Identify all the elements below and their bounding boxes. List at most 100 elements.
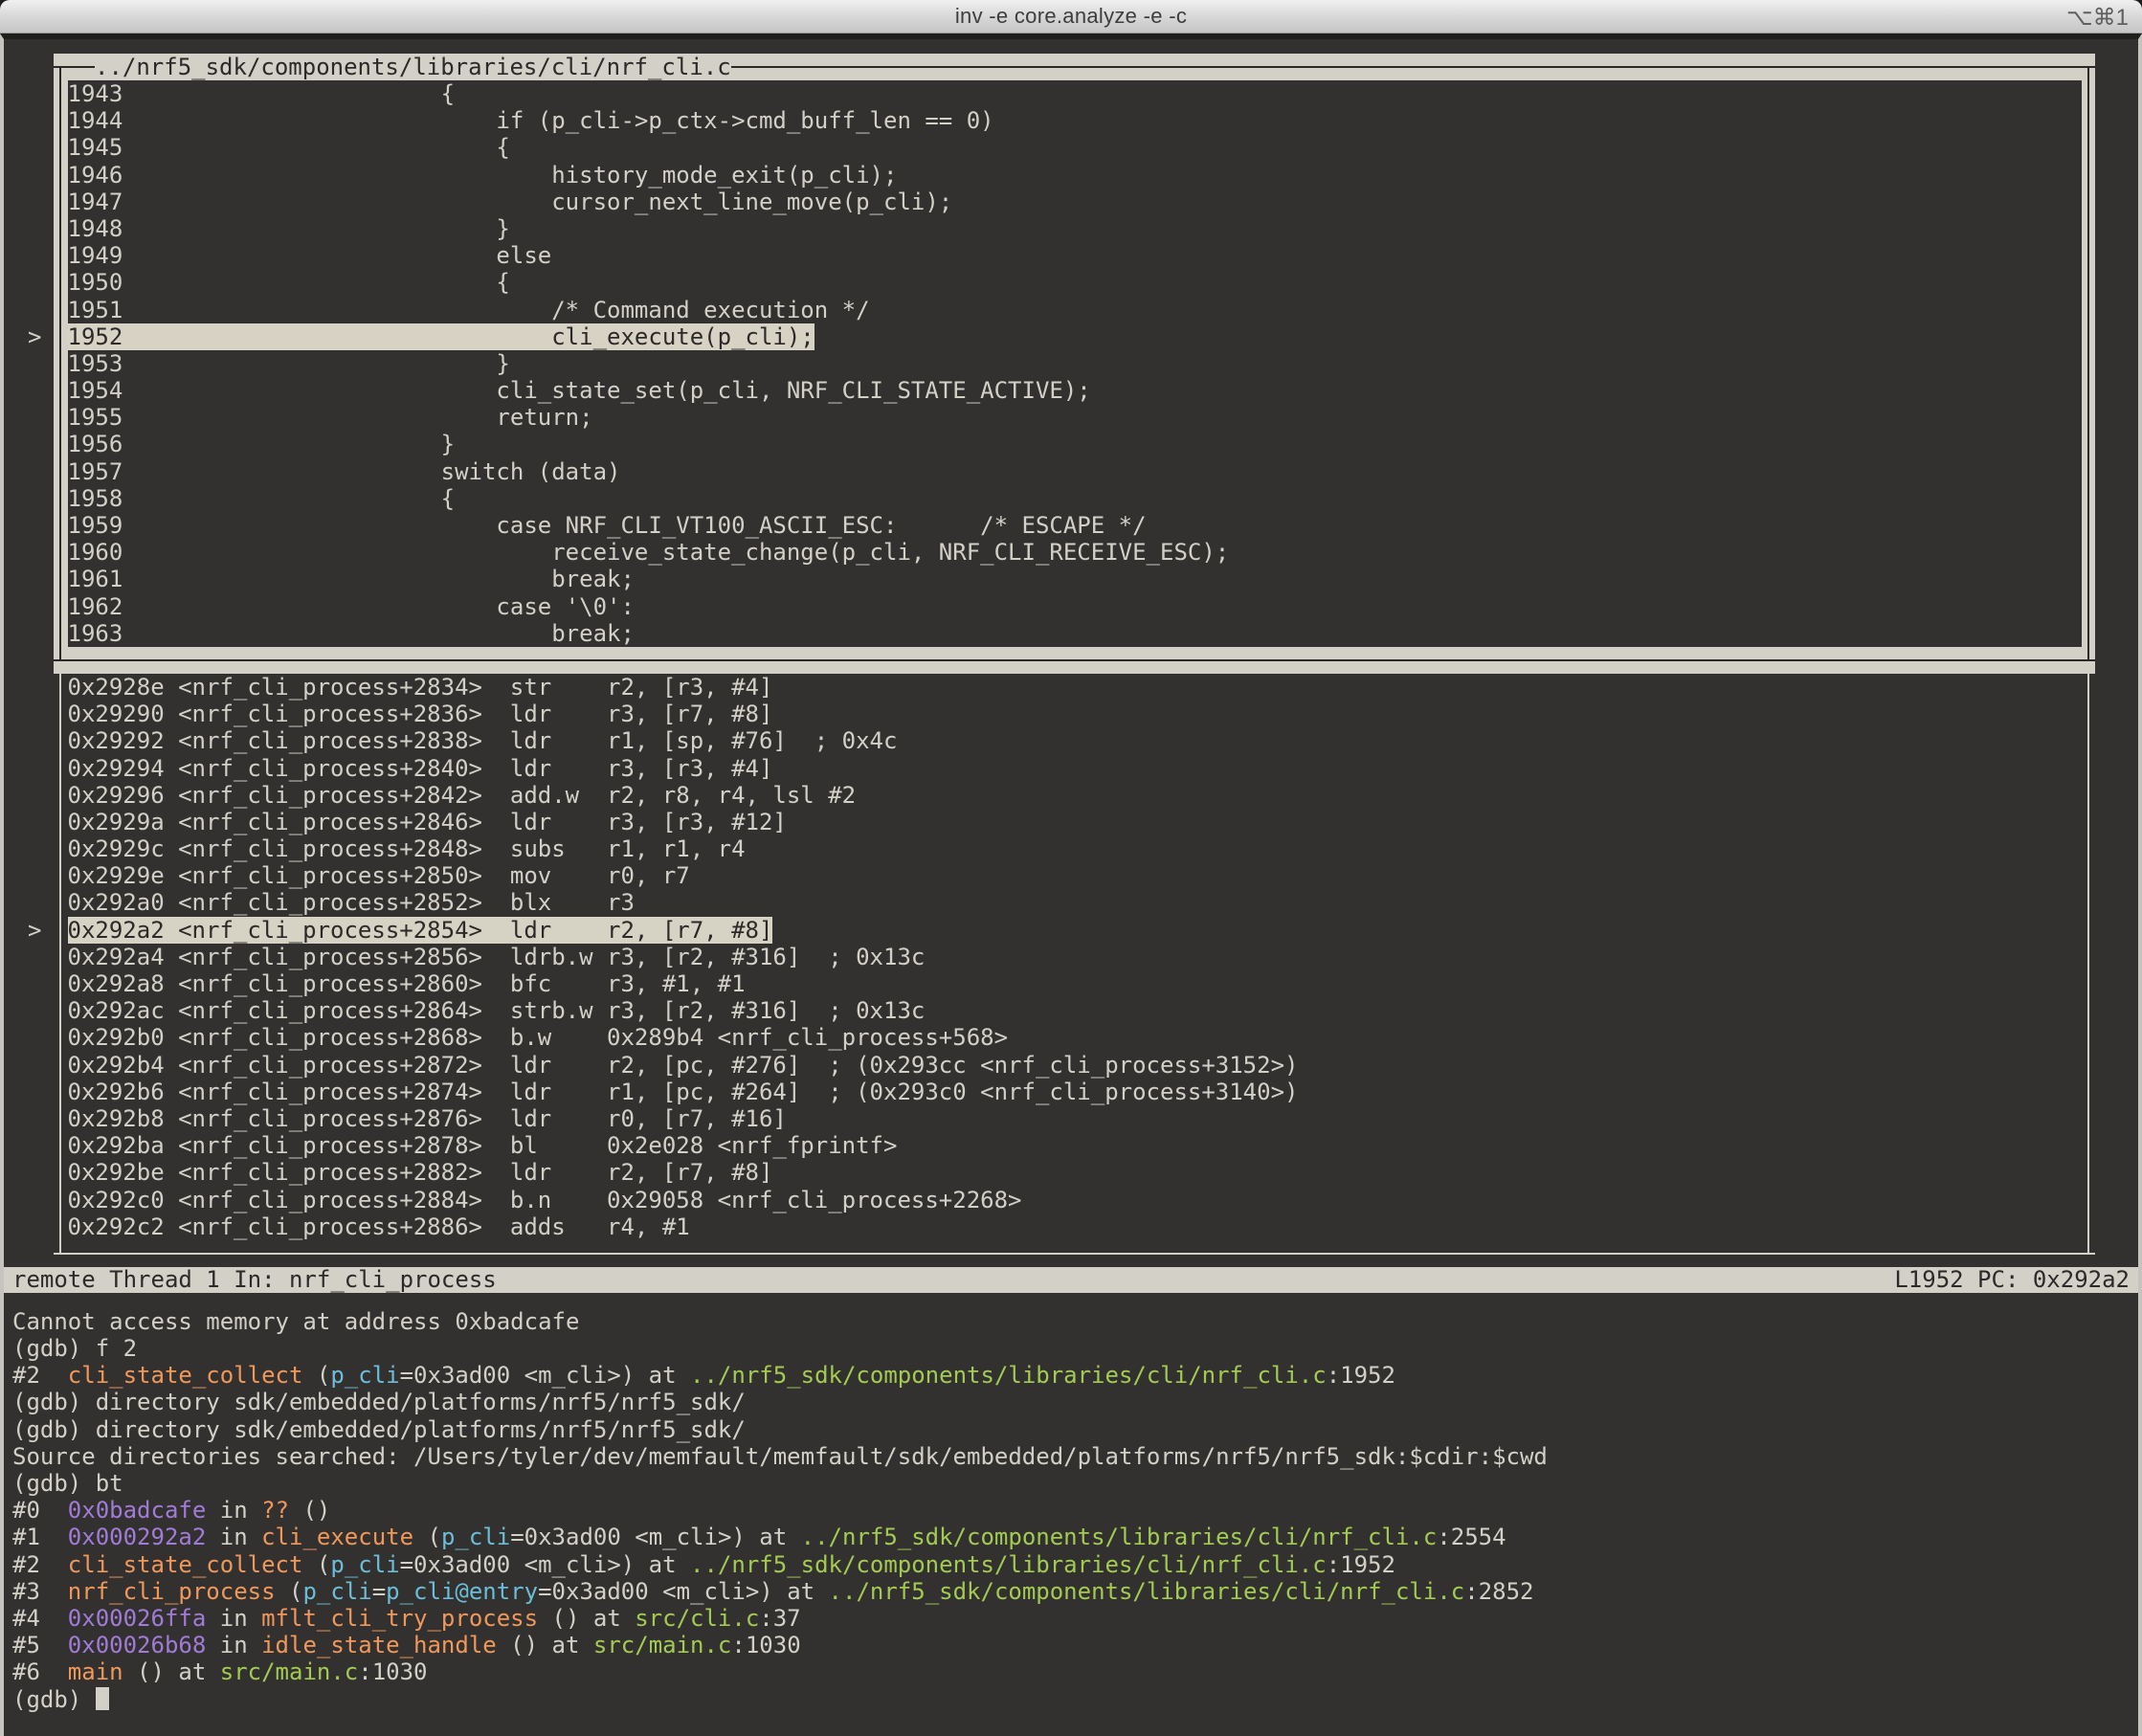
panel-border-left [54,620,68,647]
line-gutter [4,862,54,889]
panel-border-right [2082,215,2096,242]
panel-border-right [2082,134,2096,161]
line-gutter [4,566,54,592]
line-gutter [4,512,54,539]
asm-line: 0x292ac <nrf_cli_process+2864> strb.w r3… [4,997,2138,1024]
asm-line-text: 0x292b4 <nrf_cli_process+2872> ldr r2, [… [68,1052,2082,1079]
panel-border-right [2082,944,2096,970]
console-line: #5 0x00026b68 in idle_state_handle () at… [12,1632,2138,1658]
console-segment-fg: #5 [12,1632,68,1658]
line-gutter: > [4,323,54,350]
line-gutter [4,350,54,377]
source-line: >1952 cli_execute(p_cli); [4,323,2138,350]
asm-line: 0x292b0 <nrf_cli_process+2868> b.w 0x289… [4,1024,2138,1051]
panel-border-right [2082,1213,2096,1240]
asm-line: 0x292be <nrf_cli_process+2882> ldr r2, [… [4,1159,2138,1186]
asm-line: 0x292a4 <nrf_cli_process+2856> ldrb.w r3… [4,944,2138,970]
console-segment-fg: :2554 [1437,1524,1506,1550]
console-prompt-line[interactable]: (gdb) [12,1686,2138,1713]
terminal-cursor[interactable] [96,1687,109,1710]
console-segment-fg: #3 [12,1578,68,1605]
asm-line: 0x292b8 <nrf_cli_process+2876> ldr r0, [… [4,1105,2138,1132]
asm-line: 0x29294 <nrf_cli_process+2840> ldr r3, [… [4,755,2138,782]
console-segment-func: main [68,1658,123,1685]
panel-border-left [54,242,68,269]
panel-border-left [54,1105,68,1132]
console-segment-path: src/cli.c [635,1605,759,1632]
source-line: 1945 { [4,134,2138,161]
asm-line-text: 0x292a8 <nrf_cli_process+2860> bfc r3, #… [68,970,2082,997]
console-line: #6 main () at src/main.c:1030 [12,1658,2138,1685]
panel-border-right [2082,674,2096,701]
asm-line: 0x29290 <nrf_cli_process+2836> ldr r3, [… [4,701,2138,727]
console-segment-addr: 0x00026ffa [68,1605,207,1632]
panel-border-left [54,727,68,754]
console-line: Cannot access memory at address 0xbadcaf… [12,1308,2138,1335]
source-line-text: 1948 } [68,215,2082,242]
panel-border-right [2082,727,2096,754]
asm-line: 0x292a0 <nrf_cli_process+2852> blx r3 [4,889,2138,916]
panel-border-left [54,1159,68,1186]
panel-border-left [54,566,68,592]
panel-border-right [2082,1159,2096,1186]
console-segment-path: src/main.c [220,1658,359,1685]
window-shortcut-badge: ⌥⌘1 [2066,4,2129,32]
source-line-text: 1945 { [68,134,2082,161]
panel-border-right [2082,1024,2096,1051]
console-segment-fg: =0x3ad00 <m_cli>) at [510,1524,800,1550]
source-line-text: 1951 /* Command execution */ [68,297,2082,323]
console-segment-func: cli_state_collect [68,1551,303,1578]
panel-border-right [2082,80,2096,107]
panel-border-right [2082,593,2096,620]
console-segment-func: cli_state_collect [68,1362,303,1389]
console-segment-fg: :1952 [1327,1551,1395,1578]
current-line-highlight: 0x292a2 <nrf_cli_process+2854> ldr r2, [… [68,917,773,944]
source-line: 1946 history_mode_exit(p_cli); [4,162,2138,189]
asm-line-text: 0x2929e <nrf_cli_process+2850> mov r0, r… [68,862,2082,889]
panel-border-right [2082,701,2096,727]
line-gutter [4,80,54,107]
console-segment-path: ../nrf5_sdk/components/libraries/cli/nrf… [690,1362,1327,1389]
console-segment-func: ?? [261,1497,289,1524]
current-line-highlight: 1952 cli_execute(p_cli); [68,323,814,350]
line-gutter [4,782,54,809]
asm-line-text: 0x2929c <nrf_cli_process+2848> subs r1, … [68,835,2082,862]
asm-line: 0x292b6 <nrf_cli_process+2874> ldr r1, [… [4,1079,2138,1105]
line-gutter [4,997,54,1024]
console-segment-path: ../nrf5_sdk/components/libraries/cli/nrf… [690,1551,1327,1578]
border-corner-right [2087,647,2089,659]
console-line: #3 nrf_cli_process (p_cli=p_cli@entry=0x… [12,1578,2138,1605]
source-panel-title: ../nrf5_sdk/components/libraries/cli/nrf… [95,54,731,80]
line-gutter [4,297,54,323]
console-segment-fg: () at [497,1632,593,1658]
source-line: 1957 switch (data) [4,458,2138,485]
console-segment-fg: () [289,1497,330,1524]
gdb-console[interactable]: Cannot access memory at address 0xbadcaf… [4,1293,2138,1713]
console-segment-fg: :37 [759,1605,800,1632]
panel-border-left [54,512,68,539]
panel-border-left [54,1213,68,1240]
line-gutter [4,485,54,512]
panel-border-right [2082,189,2096,215]
panel-border-left [54,404,68,431]
asm-line: 0x292c2 <nrf_cli_process+2886> adds r4, … [4,1213,2138,1240]
panel-border-left [54,889,68,916]
gdb-tui: ../nrf5_sdk/components/libraries/cli/nrf… [4,39,2138,1713]
console-line: (gdb) directory sdk/embedded/platforms/n… [12,1389,2138,1415]
source-line: 1944 if (p_cli->p_ctx->cmd_buff_len == 0… [4,107,2138,134]
panel-border-left [54,1024,68,1051]
asm-line: 0x2928e <nrf_cli_process+2834> str r2, [… [4,674,2138,701]
line-gutter [4,1024,54,1051]
source-line: 1943 { [4,80,2138,107]
console-segment-fg: #2 [12,1362,68,1389]
border-corner-right [2087,66,2089,80]
console-segment-var: p_cli [330,1551,399,1578]
window-titlebar[interactable]: inv -e core.analyze -e -c ⌥⌘1 [0,0,2142,33]
panel-border-right [2082,377,2096,404]
console-segment-fg: (gdb) f 2 [12,1335,137,1362]
panel-border-left [54,1079,68,1105]
asm-line: 0x292ba <nrf_cli_process+2878> bl 0x2e02… [4,1132,2138,1159]
terminal-body[interactable]: ../nrf5_sdk/components/libraries/cli/nrf… [0,33,2142,1736]
console-segment-fg: Source directories searched: /Users/tyle… [12,1443,1548,1470]
line-gutter [4,1187,54,1213]
